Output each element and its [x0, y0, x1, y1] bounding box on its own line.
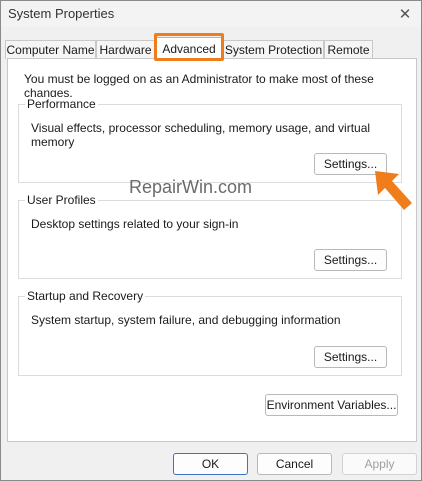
tab-label: System Protection	[224, 43, 323, 57]
user-profiles-description: Desktop settings related to your sign-in	[31, 217, 239, 231]
window-title: System Properties	[8, 6, 115, 21]
startup-recovery-group: Startup and Recovery System startup, sys…	[18, 289, 402, 376]
startup-recovery-settings-button[interactable]: Settings...	[314, 346, 387, 368]
title-bar: System Properties ✕	[1, 1, 421, 27]
tab-computer-name[interactable]: Computer Name	[5, 40, 96, 59]
performance-group: Performance Visual effects, processor sc…	[18, 97, 402, 183]
performance-label: Performance	[25, 97, 98, 111]
system-properties-window: System Properties ✕ Computer Name Hardwa…	[0, 0, 422, 481]
user-profiles-settings-button[interactable]: Settings...	[314, 249, 387, 271]
tab-remote[interactable]: Remote	[324, 40, 373, 59]
user-profiles-group: User Profiles Desktop settings related t…	[18, 193, 402, 279]
ok-button[interactable]: OK	[173, 453, 248, 475]
performance-description: Visual effects, processor scheduling, me…	[31, 121, 371, 149]
apply-button[interactable]: Apply	[342, 453, 417, 475]
environment-variables-button[interactable]: Environment Variables...	[265, 394, 398, 416]
dialog-footer: OK Cancel Apply	[1, 446, 421, 480]
advanced-tab-highlight	[154, 33, 224, 61]
admin-notice: You must be logged on as an Administrato…	[24, 72, 374, 100]
tab-label: Hardware	[99, 43, 152, 57]
startup-recovery-label: Startup and Recovery	[25, 289, 146, 303]
orange-arrow-icon	[375, 171, 412, 210]
tab-label: Computer Name	[6, 43, 95, 57]
close-icon[interactable]: ✕	[389, 1, 421, 27]
cancel-button[interactable]: Cancel	[257, 453, 332, 475]
advanced-tab-panel: You must be logged on as an Administrato…	[7, 58, 417, 442]
user-profiles-label: User Profiles	[25, 193, 98, 207]
watermark-text: RepairWin.com	[129, 177, 253, 197]
tab-hardware[interactable]: Hardware	[96, 40, 155, 59]
tab-system-protection[interactable]: System Protection	[223, 40, 324, 59]
tab-label: Remote	[327, 43, 370, 57]
startup-recovery-description: System startup, system failure, and debu…	[31, 313, 341, 327]
